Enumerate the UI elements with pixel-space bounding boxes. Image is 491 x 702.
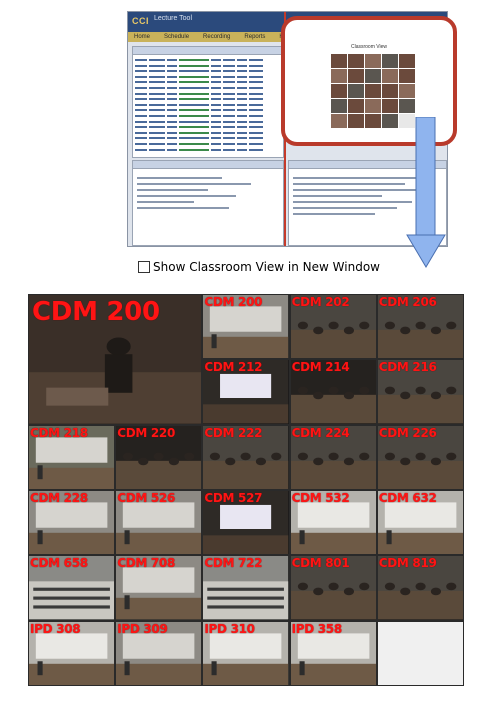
mini-camera-thumb (331, 54, 347, 68)
nav-item[interactable]: Recording (197, 32, 238, 42)
camera-feed-tile[interactable]: CDM 722 (202, 555, 290, 621)
camera-room-label: CDM 801 (291, 556, 350, 571)
camera-room-label: CDM 226 (378, 425, 437, 440)
nav-item[interactable]: Home (128, 32, 158, 42)
camera-room-label: CDM 214 (291, 360, 350, 375)
app-logo: CCI (132, 16, 149, 26)
camera-feed-tile[interactable]: IPD 308 (28, 620, 116, 686)
mini-camera-thumb (331, 114, 347, 128)
mini-camera-thumb (348, 84, 364, 98)
mini-camera-thumb (331, 69, 347, 83)
checkbox-label: Show Classroom View in New Window (153, 260, 380, 274)
mini-camera-thumb (382, 84, 398, 98)
mini-camera-thumb (331, 99, 347, 113)
camera-feed-tile[interactable]: IPD 358 (289, 620, 377, 686)
nav-item[interactable]: Reports (238, 32, 273, 42)
app-brand: Lecture Tool (154, 15, 193, 22)
camera-feed-tile[interactable]: CDM 526 (115, 489, 203, 556)
camera-room-label: IPD 358 (291, 621, 343, 636)
camera-feed-tile[interactable]: CDM 532 (289, 489, 377, 556)
camera-room-label: CDM 212 (204, 360, 263, 375)
details-panel (132, 160, 284, 246)
nav-item[interactable]: Schedule (158, 32, 197, 42)
camera-feed-tile[interactable]: CDM 228 (28, 489, 116, 556)
camera-feed-tile[interactable]: IPD 309 (115, 620, 203, 686)
camera-room-label: CDM 708 (117, 556, 176, 571)
camera-feed-tile[interactable]: CDM 801 (289, 555, 377, 621)
camera-feed-tile[interactable]: CDM 218 (28, 424, 116, 490)
schedule-table-panel (132, 46, 284, 158)
empty-tile (376, 620, 464, 686)
camera-room-label: IPD 308 (30, 621, 81, 636)
camera-feed-tile[interactable]: CDM 200 (202, 294, 290, 360)
camera-feed-tile[interactable]: CDM 226 (376, 424, 464, 490)
camera-room-label: CDM 218 (30, 425, 88, 440)
camera-feed-tile[interactable]: CDM 819 (376, 555, 464, 621)
mini-camera-thumb (399, 84, 415, 98)
mini-camera-thumb (365, 114, 381, 128)
camera-feed-tile[interactable]: IPD 310 (202, 620, 290, 686)
camera-room-label: CDM 200 (32, 297, 160, 327)
camera-room-label: CDM 819 (378, 556, 437, 571)
camera-feed-tile[interactable]: CDM 224 (289, 424, 377, 490)
mini-camera-thumb (331, 84, 347, 98)
camera-room-label: CDM 658 (30, 556, 88, 571)
classroom-camera-grid: CDM 200 CDM 200 CDM 202 CDM 206 CDM 212 CDM 2… (28, 294, 464, 686)
camera-feed-tile[interactable]: CDM 202 (289, 294, 377, 360)
camera-feed-tile[interactable]: CDM 632 (376, 489, 464, 556)
camera-room-label: CDM 200 (204, 295, 263, 309)
mini-camera-thumb (348, 114, 364, 128)
camera-feed-tile[interactable]: CDM 206 (376, 294, 464, 360)
camera-feed-tile[interactable]: CDM 527 (202, 489, 290, 556)
camera-room-label: CDM 527 (204, 490, 263, 505)
camera-feed-tile[interactable]: CDM 222 (202, 424, 290, 490)
mini-camera-thumb (399, 69, 415, 83)
mini-camera-thumb (382, 69, 398, 83)
camera-feed-tile[interactable]: CDM 220 (115, 424, 203, 490)
arrow-down-icon (406, 117, 446, 268)
camera-room-label: IPD 310 (204, 621, 255, 636)
camera-feed-tile[interactable]: CDM 658 (28, 555, 116, 621)
camera-feed-tile[interactable]: CDM 214 (289, 359, 377, 425)
mini-camera-thumb (382, 99, 398, 113)
mini-camera-thumb (399, 99, 415, 113)
camera-room-label: CDM 220 (117, 425, 176, 440)
popup-title: Classroom View (350, 44, 388, 50)
camera-room-label: CDM 216 (378, 360, 437, 375)
mini-camera-thumb (365, 99, 381, 113)
camera-room-label: CDM 532 (291, 490, 350, 505)
checkbox[interactable] (138, 261, 150, 273)
popup-mini-grid (331, 54, 415, 128)
camera-room-label: CDM 632 (378, 490, 437, 505)
new-window-toggle[interactable]: Show Classroom View in New Window (138, 259, 380, 275)
mini-camera-thumb (348, 54, 364, 68)
camera-feed-tile[interactable]: CDM 708 (115, 555, 203, 621)
mini-camera-thumb (399, 54, 415, 68)
camera-room-label: CDM 206 (378, 295, 437, 309)
camera-room-label: IPD 309 (117, 621, 168, 636)
mini-camera-thumb (348, 69, 364, 83)
camera-room-label: CDM 202 (291, 295, 350, 309)
camera-room-label: CDM 228 (30, 490, 88, 505)
mini-camera-thumb (365, 84, 381, 98)
mini-camera-thumb (365, 54, 381, 68)
mini-camera-thumb (382, 54, 398, 68)
camera-room-label: CDM 722 (204, 556, 263, 571)
camera-room-label: CDM 526 (117, 490, 176, 505)
camera-room-label: CDM 224 (291, 425, 350, 440)
camera-feed-tile[interactable]: CDM 200 (28, 294, 203, 425)
mini-camera-thumb (365, 69, 381, 83)
mini-camera-thumb (348, 99, 364, 113)
camera-room-label: CDM 222 (204, 425, 263, 440)
camera-feed-tile[interactable]: CDM 216 (376, 359, 464, 425)
camera-feed-tile[interactable]: CDM 212 (202, 359, 290, 425)
mini-camera-thumb (382, 114, 398, 128)
